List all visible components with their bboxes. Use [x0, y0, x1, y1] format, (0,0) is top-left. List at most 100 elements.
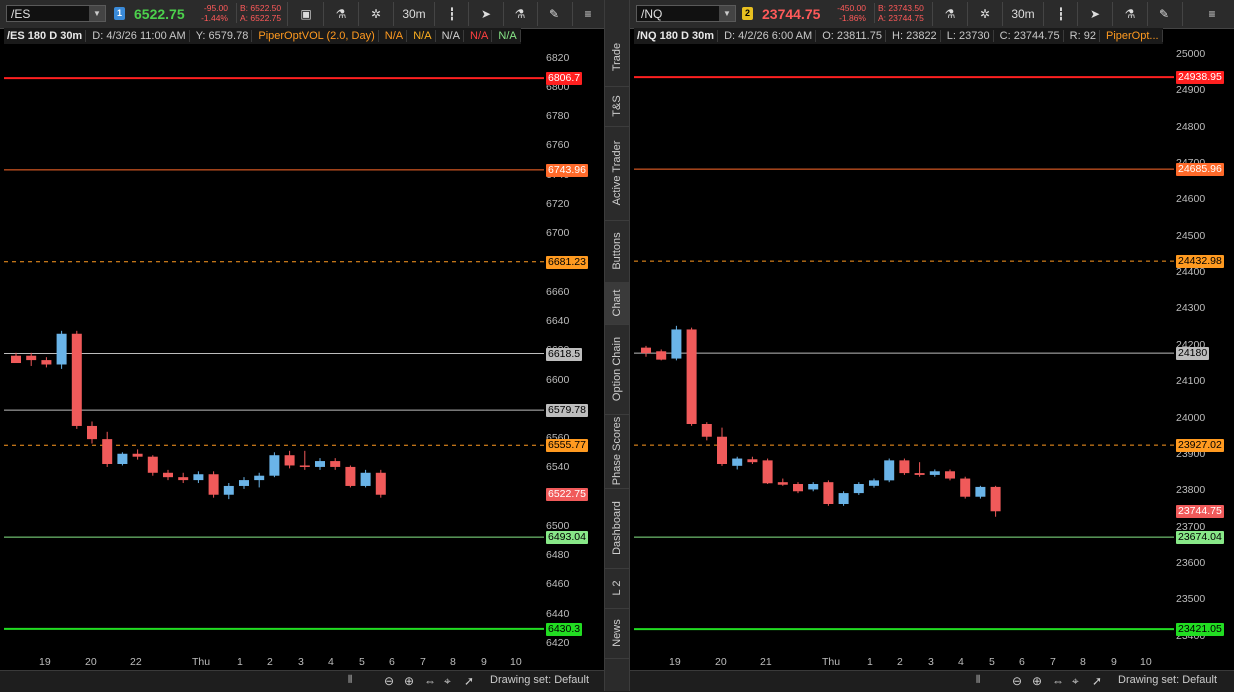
price-level-tag: 6743.96 — [546, 163, 588, 177]
gear-icon[interactable]: ✲ — [975, 4, 995, 24]
price-tick-label: 23800 — [1176, 484, 1206, 497]
time-tick-label: 7 — [420, 656, 426, 668]
price-level-tag: 24938.95 — [1176, 71, 1224, 85]
drawing-tools-icon[interactable]: ✎ — [1154, 4, 1174, 24]
candle-body — [208, 474, 219, 495]
candle-body — [102, 439, 113, 464]
symbol-selector[interactable]: /ES ▼ — [6, 5, 106, 22]
menu-icon[interactable]: ≡ — [1202, 4, 1222, 24]
price-tick-label: 23500 — [1176, 593, 1206, 606]
candle-body — [11, 355, 21, 364]
price-tick-label: 6600 — [546, 373, 570, 386]
drawing-set-label[interactable]: Drawing set: Default — [490, 674, 589, 686]
sidebar-tab-l-2[interactable]: L 2 — [605, 568, 629, 609]
candle-style-icon[interactable]: ┇ — [442, 4, 462, 24]
price-level-tag: 6430.3 — [546, 622, 583, 636]
pointer-icon[interactable]: ➚ — [1092, 674, 1102, 688]
snapshot-icon[interactable]: ▣ — [296, 4, 316, 24]
sidebar-tab-option-chain[interactable]: Option Chain — [605, 324, 629, 415]
candle-body — [823, 482, 834, 504]
time-tick-label: 2 — [897, 656, 903, 668]
flask-icon[interactable]: ⚗ — [510, 4, 530, 24]
crosshair-icon[interactable]: ⌖ — [1072, 674, 1079, 689]
link-group-badge[interactable]: 1 — [114, 7, 125, 20]
sidebar-tab-active-trader[interactable]: Active Trader — [605, 126, 629, 221]
bid-price: B: 6522.50 — [240, 3, 282, 13]
sidebar-tab-label: Active Trader — [611, 140, 623, 206]
price-chart[interactable] — [4, 44, 544, 654]
candle-body — [945, 471, 955, 479]
candle-body — [899, 460, 910, 474]
price-level-tag: 6806.7 — [546, 72, 583, 86]
aggregation-selector[interactable]: 30m — [399, 4, 429, 24]
sidebar-tab-trade[interactable]: Trade — [605, 28, 629, 87]
high-value: H: 23822 — [889, 30, 941, 42]
study-label[interactable]: PiperOpt... — [1103, 30, 1163, 42]
chevron-down-icon[interactable]: ▼ — [719, 6, 735, 21]
studies-flask-icon[interactable]: ⚗ — [940, 4, 960, 24]
zoom-out-icon[interactable]: ⊖ — [1012, 674, 1022, 688]
candle-body — [914, 473, 925, 475]
price-level-tag: 6493.04 — [546, 531, 588, 545]
flask-icon[interactable]: ⚗ — [1120, 4, 1140, 24]
sidebar-tab-news[interactable]: News — [605, 608, 629, 659]
chevron-down-icon[interactable]: ▼ — [89, 6, 105, 21]
time-tick-label: 5 — [359, 656, 365, 668]
last-price: 23744.75 — [762, 6, 821, 22]
candle-body — [808, 484, 819, 490]
link-group-badge[interactable]: 2 — [742, 7, 753, 20]
chart-title: /NQ 180 D 30m — [634, 30, 719, 42]
candle-body — [762, 460, 773, 484]
price-tick-label: 6820 — [546, 51, 570, 64]
expand-horizontal-icon[interactable]: ⇔ — [1052, 674, 1064, 688]
sidebar-tab-phase-scores[interactable]: Phase Scores — [605, 414, 629, 489]
ask-price: A: 23744.75 — [878, 13, 924, 23]
pointer-icon[interactable]: ➚ — [464, 674, 474, 688]
sidebar-tab-label: Dashboard — [611, 501, 623, 555]
cursor-icon[interactable]: ➤ — [1085, 4, 1105, 24]
scroll-handle-icon[interactable]: ⫼ — [976, 674, 980, 685]
candle-body — [345, 466, 356, 486]
cursor-icon[interactable]: ➤ — [476, 4, 496, 24]
pct-change: -1.86% — [839, 13, 866, 23]
candle-body — [701, 424, 712, 437]
aggregation-selector[interactable]: 30m — [1008, 4, 1038, 24]
menu-icon[interactable]: ≡ — [578, 4, 598, 24]
price-tick-label: 6480 — [546, 549, 570, 562]
studies-flask-icon[interactable]: ⚗ — [331, 4, 351, 24]
price-tick-label: 6720 — [546, 197, 570, 210]
candle-body — [71, 333, 82, 426]
gear-icon[interactable]: ✲ — [366, 4, 386, 24]
toolbar-divider — [468, 2, 469, 26]
zoom-in-icon[interactable]: ⊕ — [1032, 674, 1042, 688]
price-tick-label: 6440 — [546, 607, 570, 620]
candle-body — [717, 436, 727, 464]
drawing-set-label[interactable]: Drawing set: Default — [1118, 674, 1217, 686]
candle-body — [163, 472, 173, 478]
sidebar-tab-dashboard[interactable]: Dashboard — [605, 488, 629, 569]
sidebar-tab-buttons[interactable]: Buttons — [605, 220, 629, 283]
expand-horizontal-icon[interactable]: ⇔ — [424, 674, 436, 688]
zoom-in-icon[interactable]: ⊕ — [404, 674, 414, 688]
candle-body — [641, 347, 651, 354]
toolbar-divider — [393, 2, 394, 26]
price-chart[interactable] — [634, 44, 1174, 654]
candle-body — [254, 475, 265, 481]
crosshair-icon[interactable]: ⌖ — [444, 674, 451, 689]
study-label[interactable]: PiperOptVOL (2.0, Day) — [255, 30, 379, 42]
net-change-block: -450.00 -1.86% — [830, 3, 866, 23]
candle-style-icon[interactable]: ┇ — [1051, 4, 1071, 24]
sidebar-tab-chart[interactable]: Chart — [605, 282, 629, 325]
scroll-handle-icon[interactable]: ⫼ — [348, 674, 352, 685]
candle-body — [284, 455, 295, 466]
toolbar-divider — [967, 2, 968, 26]
low-value: L: 23730 — [943, 30, 994, 42]
symbol-selector[interactable]: /NQ ▼ — [636, 5, 736, 22]
drawing-tools-icon[interactable]: ✎ — [544, 4, 564, 24]
zoom-out-icon[interactable]: ⊖ — [384, 674, 394, 688]
time-tick-label: 8 — [1080, 656, 1086, 668]
sidebar-tab-label: L 2 — [611, 580, 623, 596]
sidebar-tab-t-s[interactable]: T&S — [605, 86, 629, 127]
toolbar-divider — [537, 2, 538, 26]
toolbar-divider — [503, 2, 504, 26]
